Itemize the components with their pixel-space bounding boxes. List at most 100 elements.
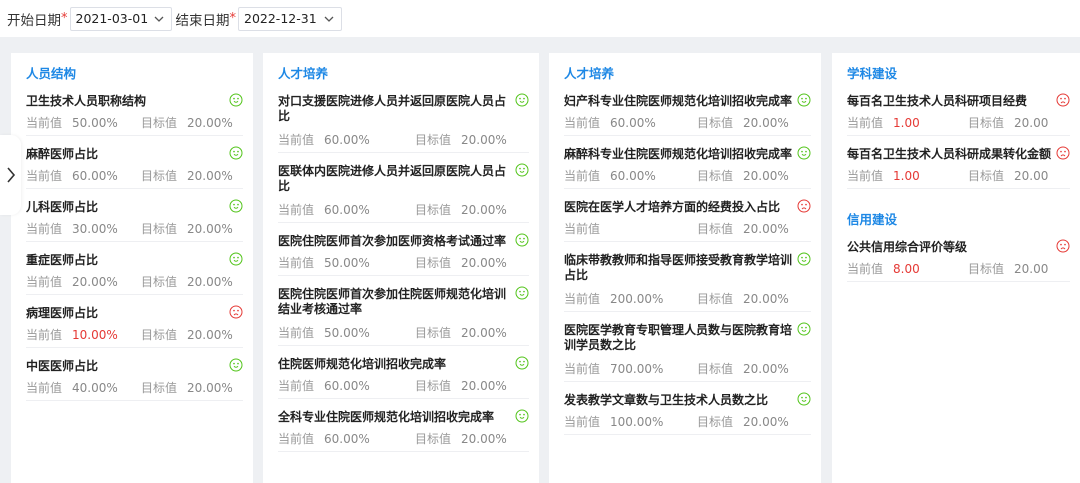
indicator-card[interactable]: 儿科医师占比 当前值 30.00% 目标值 20.00% xyxy=(26,198,243,242)
indicator-name: 医院在医学人才培养方面的经费投入占比 xyxy=(564,200,781,214)
required-mark: * xyxy=(61,11,68,26)
indicator-header: 全科专业住院医师规范化培训招收完成率 xyxy=(278,408,529,427)
target-label: 目标值 xyxy=(697,292,734,306)
indicator-card[interactable]: 公共信用综合评价等级 当前值 8.00 目标值 20.00 xyxy=(847,238,1070,282)
current-label: 当前值 xyxy=(847,116,884,130)
indicator-card[interactable]: 麻醉医师占比 当前值 60.00% 目标值 20.00% xyxy=(26,145,243,189)
end-date-select[interactable]: 2022-12-31 xyxy=(238,6,342,31)
section-title: 人才培养 xyxy=(278,66,329,81)
sad-face-icon xyxy=(797,199,811,213)
section-title: 信用建设 xyxy=(847,212,898,227)
current-label: 当前值 xyxy=(564,292,601,306)
target-value: 20.00% xyxy=(461,432,507,446)
indicator-card[interactable]: 妇产科专业住院医师规范化培训招收完成率 当前值 60.00% 目标值 20.00% xyxy=(564,92,811,136)
target-value: 20.00% xyxy=(187,275,233,289)
target-value: 20.00 xyxy=(1014,169,1049,183)
current-label: 当前值 xyxy=(278,326,315,340)
current-value: 50.00% xyxy=(72,116,118,130)
target-value-group: 目标值 20.00% xyxy=(697,361,789,377)
indicator-card[interactable]: 医院住院医师首次参加住院医师规范化培训结业考核通过率 当前值 50.00% 目标值 20… xyxy=(278,285,529,346)
indicator-column: 人才培养对口支援医院进修人员并返回原医院人员占比 当前值 60.00% 目标值 20.0… xyxy=(263,53,539,483)
indicator-values: 当前值 60.00% 目标值 20.00% xyxy=(278,132,529,148)
target-value: 20.00% xyxy=(461,203,507,217)
current-value: 50.00% xyxy=(324,256,370,270)
indicator-card[interactable]: 住院医师规范化培训招收完成率 当前值 60.00% 目标值 20.00% xyxy=(278,355,529,399)
current-value: 8.00 xyxy=(893,262,920,276)
indicator-values: 当前值 60.00% 目标值 20.00% xyxy=(26,168,243,184)
indicator-card[interactable]: 发表教学文章数与卫生技术人员数之比 当前值 100.00% 目标值 20.00% xyxy=(564,391,811,435)
current-value-group: 当前值 1.00 xyxy=(847,115,968,131)
current-value: 60.00% xyxy=(72,169,118,183)
indicator-card[interactable]: 麻醉科专业住院医师规范化培训招收完成率 当前值 60.00% 目标值 20.00% xyxy=(564,145,811,189)
target-value-group: 目标值 20.00% xyxy=(415,202,507,218)
indicator-card[interactable]: 全科专业住院医师规范化培训招收完成率 当前值 60.00% 目标值 20.00% xyxy=(278,408,529,452)
indicator-card[interactable]: 临床带教教师和指导医师接受教育教学培训占比 当前值 200.00% 目标值 20.00% xyxy=(564,251,811,312)
current-value: 20.00% xyxy=(72,275,118,289)
target-label: 目标值 xyxy=(697,415,734,429)
section-title: 人才培养 xyxy=(564,66,615,81)
indicator-card[interactable]: 每百名卫生技术人员科研成果转化金额 当前值 1.00 目标值 20.00 xyxy=(847,145,1070,189)
current-value-group: 当前值 60.00% xyxy=(278,431,415,447)
indicator-header: 医院医学教育专职管理人员数与医院教育培训学员数之比 xyxy=(564,321,811,357)
indicator-card[interactable]: 卫生技术人员职称结构 当前值 50.00% 目标值 20.00% xyxy=(26,92,243,136)
smiley-face-icon xyxy=(515,286,529,300)
indicator-card[interactable]: 对口支援医院进修人员并返回原医院人员占比 当前值 60.00% 目标值 20.00% xyxy=(278,92,529,153)
current-value-group: 当前值 100.00% xyxy=(564,414,697,430)
indicator-header: 医院住院医师首次参加医师资格考试通过率 xyxy=(278,232,529,251)
sad-face-icon xyxy=(1056,146,1070,160)
target-label: 目标值 xyxy=(141,116,178,130)
indicator-values: 当前值 30.00% 目标值 20.00% xyxy=(26,221,243,237)
indicator-card[interactable]: 病理医师占比 当前值 10.00% 目标值 20.00% xyxy=(26,304,243,348)
indicator-name: 中医医师占比 xyxy=(26,359,99,373)
current-label: 当前值 xyxy=(847,262,884,276)
indicator-card[interactable]: 每百名卫生技术人员科研项目经费 当前值 1.00 目标值 20.00 xyxy=(847,92,1070,136)
current-value-group: 当前值 10.00% xyxy=(26,327,141,343)
chevron-down-icon xyxy=(154,16,163,22)
sidebar-expand-button[interactable] xyxy=(0,135,21,215)
indicator-card[interactable]: 医联体内医院进修人员并返回原医院人员占比 当前值 60.00% 目标值 20.00% xyxy=(278,162,529,223)
smiley-face-icon xyxy=(797,322,811,336)
target-value: 20.00% xyxy=(743,169,789,183)
current-label: 当前值 xyxy=(26,116,63,130)
current-value-group: 当前值 xyxy=(564,221,697,237)
indicator-values: 当前值 200.00% 目标值 20.00% xyxy=(564,291,811,307)
target-label: 目标值 xyxy=(141,275,178,289)
current-label: 当前值 xyxy=(278,379,315,393)
indicator-header: 病理医师占比 xyxy=(26,304,243,323)
current-value: 60.00% xyxy=(324,379,370,393)
smiley-face-icon xyxy=(797,146,811,160)
current-value-group: 当前值 60.00% xyxy=(278,378,415,394)
current-label: 当前值 xyxy=(564,222,601,236)
section-title: 人员结构 xyxy=(26,66,77,81)
indicator-header: 发表教学文章数与卫生技术人员数之比 xyxy=(564,391,811,410)
current-label: 当前值 xyxy=(564,169,601,183)
current-value-group: 当前值 700.00% xyxy=(564,361,697,377)
indicator-header: 公共信用综合评价等级 xyxy=(847,238,1070,257)
indicator-values: 当前值 60.00% 目标值 20.00% xyxy=(278,431,529,447)
start-date-label: 开始日期 xyxy=(7,12,61,29)
target-value-group: 目标值 20.00% xyxy=(697,414,789,430)
indicator-card[interactable]: 医院住院医师首次参加医师资格考试通过率 当前值 50.00% 目标值 20.00% xyxy=(278,232,529,276)
current-value: 1.00 xyxy=(893,116,920,130)
current-value-group: 当前值 40.00% xyxy=(26,380,141,396)
target-value-group: 目标值 20.00 xyxy=(968,168,1048,184)
current-label: 当前值 xyxy=(564,362,601,376)
start-date-select[interactable]: 2021-03-01 xyxy=(69,6,172,31)
start-date-value: 2021-03-01 xyxy=(75,11,149,26)
indicator-values: 当前值 60.00% 目标值 20.00% xyxy=(564,115,811,131)
indicator-card[interactable]: 重症医师占比 当前值 20.00% 目标值 20.00% xyxy=(26,251,243,295)
indicator-card[interactable]: 医院医学教育专职管理人员数与医院教育培训学员数之比当前值 700.00% 目标值 20… xyxy=(564,321,811,382)
target-label: 目标值 xyxy=(415,133,452,147)
indicator-values: 当前值 20.00% 目标值 20.00% xyxy=(26,274,243,290)
target-label: 目标值 xyxy=(415,203,452,217)
current-label: 当前值 xyxy=(26,328,63,342)
target-value-group: 目标值 20.00% xyxy=(697,221,789,237)
indicator-card[interactable]: 医院在医学人才培养方面的经费投入占比 当前值 目标值 20.00% xyxy=(564,198,811,242)
indicator-card[interactable]: 中医医师占比 当前值 40.00% 目标值 20.00% xyxy=(26,357,243,401)
indicator-name: 公共信用综合评价等级 xyxy=(847,240,968,254)
target-value: 20.00% xyxy=(461,379,507,393)
target-value: 20.00% xyxy=(743,222,789,236)
target-value: 20.00% xyxy=(187,328,233,342)
indicator-header: 医院在医学人才培养方面的经费投入占比 xyxy=(564,198,811,217)
required-mark: * xyxy=(229,11,237,26)
